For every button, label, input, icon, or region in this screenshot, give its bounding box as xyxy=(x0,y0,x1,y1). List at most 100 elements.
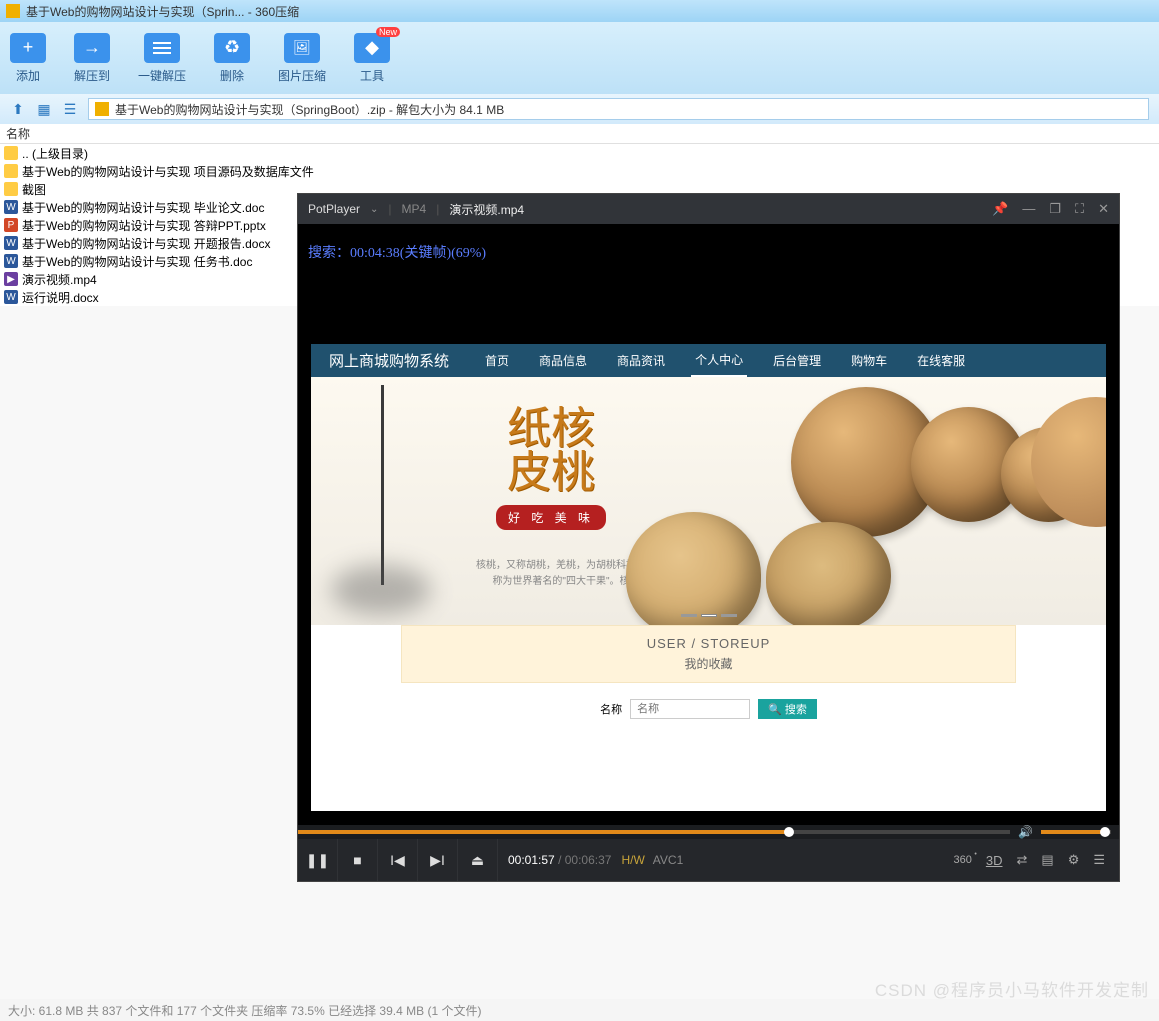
walnut-cracked-image xyxy=(766,522,891,625)
settings-icon[interactable]: ⚙ xyxy=(1068,852,1080,868)
chevron-down-icon[interactable]: ⌄ xyxy=(370,204,378,215)
toolbar-tools[interactable]: New工具 xyxy=(354,33,390,84)
site-brand: 网上商城购物系统 xyxy=(329,350,449,371)
menu-icon[interactable]: ☰ xyxy=(1093,852,1105,868)
main-toolbar: 添加 解压到 一键解压 删除 图片压缩 New工具 xyxy=(0,22,1159,94)
toolbar-delete[interactable]: 删除 xyxy=(214,33,250,84)
path-field[interactable]: 基于Web的购物网站设计与实现（SpringBoot）.zip - 解包大小为 … xyxy=(88,98,1149,120)
prev-button[interactable]: I◀ xyxy=(378,839,418,881)
hw-indicator: H/W xyxy=(621,853,644,867)
search-label: 名称 xyxy=(600,701,622,717)
view-360-button[interactable]: 360• xyxy=(954,854,972,866)
stop-button[interactable]: ■ xyxy=(338,839,378,881)
nav-support[interactable]: 在线客服 xyxy=(913,344,969,377)
banner-title: 纸核 皮桃 好 吃 美 味 xyxy=(466,407,636,530)
volume-bar[interactable] xyxy=(1041,830,1111,834)
toolbar-extract-to[interactable]: 解压到 xyxy=(74,33,110,84)
progress-bar-row: 🔊 xyxy=(298,825,1119,839)
video-area[interactable]: 搜索：00:04:38(关键帧)(69%) 网上商城购物系统 首页 商品信息 商… xyxy=(298,224,1119,825)
time-display: 00:01:57 / 00:06:37 xyxy=(508,853,611,867)
seek-knob[interactable] xyxy=(784,827,794,837)
minimize-icon[interactable]: — xyxy=(1022,201,1035,217)
path-text: 基于Web的购物网站设计与实现（SpringBoot）.zip - 解包大小为 … xyxy=(115,101,504,118)
storeup-title-en: USER / STOREUP xyxy=(402,636,1015,651)
carousel-dots[interactable] xyxy=(681,614,737,617)
folder-icon xyxy=(4,146,18,160)
pin-icon[interactable]: 📌 xyxy=(992,201,1008,217)
column-header[interactable]: 名称 xyxy=(0,124,1159,144)
nav-admin[interactable]: 后台管理 xyxy=(769,344,825,377)
duration-time: 00:06:37 xyxy=(565,853,612,867)
word-icon: W xyxy=(4,290,18,304)
close-icon[interactable]: ✕ xyxy=(1098,201,1109,217)
plus-icon xyxy=(10,33,46,63)
toolbar-image-compress[interactable]: 图片压缩 xyxy=(278,33,326,84)
new-badge: New xyxy=(376,27,400,37)
search-input[interactable] xyxy=(630,699,750,719)
potplayer-window: PotPlayer ⌄ | MP4 | 演示视频.mp4 📌 — ❐ ⛶ ✕ 搜… xyxy=(297,193,1120,882)
video-frame-content: 网上商城购物系统 首页 商品信息 商品资讯 个人中心 后台管理 购物车 在线客服… xyxy=(311,344,1106,811)
banner: 纸核 皮桃 好 吃 美 味 核桃，又称胡桃，羌桃，为胡桃科植物。与扁桃、腰果、榛… xyxy=(311,377,1106,625)
page-body: USER / STOREUP 我的收藏 名称 🔍搜索 xyxy=(311,625,1106,719)
image-icon xyxy=(284,33,320,63)
extract-icon xyxy=(74,33,110,63)
search-icon: 🔍 xyxy=(768,703,782,716)
word-icon: W xyxy=(4,200,18,214)
site-nav: 网上商城购物系统 首页 商品信息 商品资讯 个人中心 后台管理 购物车 在线客服 xyxy=(311,344,1106,377)
app-icon xyxy=(6,4,20,18)
word-icon: W xyxy=(4,236,18,250)
view-3d-button[interactable]: 3D xyxy=(986,853,1003,868)
trash-icon xyxy=(214,33,250,63)
nav-bar: ⬆ ▦ ☰ 基于Web的购物网站设计与实现（SpringBoot）.zip - … xyxy=(0,94,1159,124)
search-button[interactable]: 🔍搜索 xyxy=(758,699,817,719)
restore-icon[interactable]: ❐ xyxy=(1049,201,1061,217)
playlist-icon[interactable]: ⇄ xyxy=(1016,852,1027,868)
ppt-icon: P xyxy=(4,218,18,232)
next-button[interactable]: ▶I xyxy=(418,839,458,881)
nav-home[interactable]: 首页 xyxy=(481,344,513,377)
window-titlebar: 基于Web的购物网站设计与实现（Sprin... - 360压缩 xyxy=(0,0,1159,22)
folder-icon xyxy=(4,164,18,178)
player-app-name[interactable]: PotPlayer xyxy=(308,202,360,216)
seek-bar[interactable] xyxy=(298,830,1010,834)
toolbar-add[interactable]: 添加 xyxy=(10,33,46,84)
maximize-icon[interactable]: ⛶ xyxy=(1075,201,1084,217)
column-name: 名称 xyxy=(6,125,30,142)
window-title: 基于Web的购物网站设计与实现（Sprin... - 360压缩 xyxy=(26,3,299,20)
nav-products[interactable]: 商品信息 xyxy=(535,344,591,377)
list-item[interactable]: .. (上级目录) xyxy=(0,144,1159,162)
storeup-title-zh: 我的收藏 xyxy=(402,655,1015,672)
player-format: MP4 xyxy=(402,202,427,216)
list-item[interactable]: 基于Web的购物网站设计与实现 项目源码及数据库文件 xyxy=(0,162,1159,180)
banner-subtitle: 好 吃 美 味 xyxy=(496,505,606,530)
video-icon: ▶ xyxy=(4,272,18,286)
pause-button[interactable]: ❚❚ xyxy=(298,839,338,881)
list-icon xyxy=(144,33,180,63)
nav-news[interactable]: 商品资讯 xyxy=(613,344,669,377)
bookmark-icon[interactable]: ▤ xyxy=(1041,852,1053,868)
watermark-text: CSDN @程序员小马软件开发定制 xyxy=(875,976,1149,1001)
status-bar: 大小: 61.8 MB 共 837 个文件和 177 个文件夹 压缩率 73.5… xyxy=(0,999,1159,1021)
archive-icon xyxy=(95,102,109,116)
folder-icon xyxy=(4,182,18,196)
status-text: 大小: 61.8 MB 共 837 个文件和 177 个文件夹 压缩率 73.5… xyxy=(8,1002,481,1019)
nav-personal[interactable]: 个人中心 xyxy=(691,344,747,377)
volume-icon[interactable]: 🔊 xyxy=(1018,825,1033,839)
banner-big-text: 纸核 皮桃 xyxy=(466,407,636,495)
ink-decoration xyxy=(321,385,441,625)
current-time: 00:01:57 xyxy=(508,853,555,867)
tool-icon xyxy=(354,33,390,63)
list-view-icon[interactable]: ☰ xyxy=(62,101,78,117)
up-icon[interactable]: ⬆ xyxy=(10,101,26,117)
player-controls: ❚❚ ■ I◀ ▶I ⏏ 00:01:57 / 00:06:37 H/W AVC… xyxy=(298,839,1119,881)
toolbar-one-key-extract[interactable]: 一键解压 xyxy=(138,33,186,84)
eject-button[interactable]: ⏏ xyxy=(458,839,498,881)
word-icon: W xyxy=(4,254,18,268)
nav-cart[interactable]: 购物车 xyxy=(847,344,891,377)
seek-overlay-text: 搜索：00:04:38(关键帧)(69%) xyxy=(308,242,486,262)
volume-knob[interactable] xyxy=(1100,827,1110,837)
storeup-panel: USER / STOREUP 我的收藏 xyxy=(401,625,1016,683)
walnut-cracked-image xyxy=(626,512,761,625)
thumbnail-view-icon[interactable]: ▦ xyxy=(36,101,52,117)
player-titlebar: PotPlayer ⌄ | MP4 | 演示视频.mp4 📌 — ❐ ⛶ ✕ xyxy=(298,194,1119,224)
